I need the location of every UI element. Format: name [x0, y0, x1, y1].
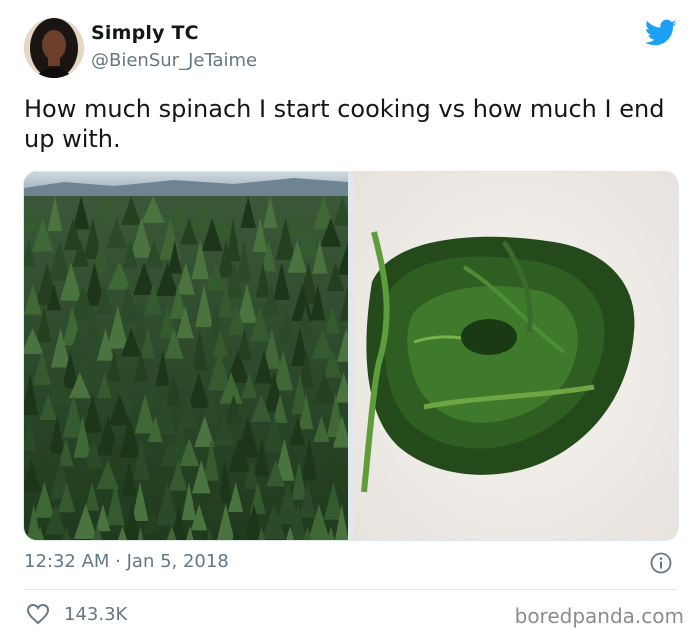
heart-icon[interactable]: [26, 603, 50, 625]
tweet-timestamp[interactable]: 12:32 AM · Jan 5, 2018: [24, 551, 229, 572]
author-handle[interactable]: @BienSur_JeTaime: [91, 50, 257, 71]
spinach-photo[interactable]: [354, 172, 678, 540]
author-display-name[interactable]: Simply TC: [91, 22, 199, 44]
avatar[interactable]: [24, 18, 84, 78]
twitter-bird-icon[interactable]: [644, 19, 677, 47]
watermark: boredpanda.com: [514, 604, 684, 628]
divider: [24, 589, 677, 590]
tweet-text: How much spinach I start cooking vs how …: [24, 95, 665, 153]
tweet-media[interactable]: [23, 171, 679, 541]
like-count: 143.3K: [64, 604, 128, 625]
info-icon[interactable]: [650, 552, 672, 574]
forest-photo[interactable]: [24, 172, 348, 540]
tweet-card: Simply TC @BienSur_JeTaime How much spin…: [0, 0, 700, 642]
